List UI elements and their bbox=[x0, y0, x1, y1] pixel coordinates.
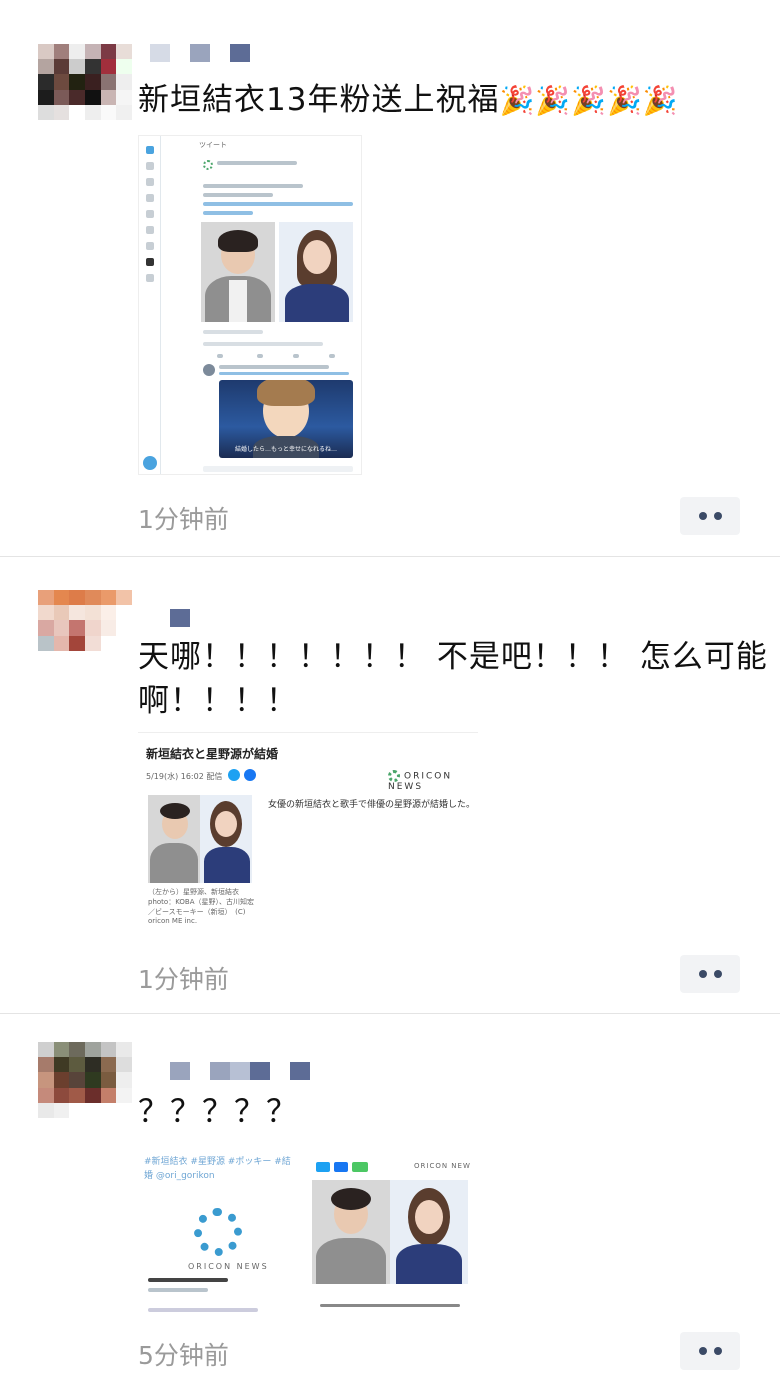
tweet-hashtags-line-2: 婚 @ori_gorikon bbox=[144, 1171, 215, 1181]
photo-caption-3: ／ビースモーキー（新垣） (C) bbox=[148, 908, 246, 916]
party-popper-emoji: 🎉🎉🎉🎉🎉 bbox=[499, 84, 679, 117]
tweet-account-name bbox=[217, 161, 297, 165]
comment-image-oricon-article[interactable]: 新垣結衣と星野源が結婚 5/19(水) 16:02 配信 ORICON NEWS… bbox=[138, 732, 478, 932]
oricon-news-text: ORICON NEWS bbox=[188, 1262, 269, 1271]
photo-hoshino bbox=[312, 1180, 390, 1284]
timestamp: 1分钟前 bbox=[138, 505, 229, 534]
more-options-button[interactable] bbox=[680, 955, 740, 993]
avatar[interactable] bbox=[38, 1042, 132, 1118]
username-mosaic[interactable] bbox=[150, 44, 250, 62]
twitter-share-icon bbox=[228, 769, 240, 781]
comment-text: ？？？？？ bbox=[138, 1094, 298, 1130]
article-photo-aragaki bbox=[200, 795, 252, 883]
article-date: 5/19(水) 16:02 配信 bbox=[146, 772, 223, 781]
oricon-hexagon-logo bbox=[194, 1208, 242, 1256]
comment-post-2: 天哪！！！！！！！ 不是吧！！！ 怎么可能 啊！！！！ 新垣結衣と星野源が結婚 … bbox=[0, 557, 780, 1013]
tweet-photo-hoshino bbox=[201, 222, 275, 322]
comment-post-3: ？？？？？ #新垣結衣 #星野源 #ポッキー #結 婚 @ori_gorikon… bbox=[0, 1014, 780, 1384]
facebook-share-icon bbox=[244, 769, 256, 781]
photo-caption-1: （左から）星野源、新垣結衣 bbox=[148, 888, 239, 896]
reply-avatar bbox=[203, 364, 215, 376]
timestamp: 5分钟前 bbox=[138, 1341, 229, 1370]
avatar[interactable] bbox=[38, 590, 132, 666]
photo-caption-4: oricon ME inc. bbox=[148, 917, 198, 925]
photo-aragaki bbox=[390, 1180, 468, 1284]
facebook-share-icon bbox=[334, 1162, 348, 1172]
anime-still-image: 結婚したら…もっと幸せになれるね… bbox=[219, 380, 353, 458]
oricon-ring-icon bbox=[388, 770, 400, 782]
username-mosaic[interactable] bbox=[170, 1062, 310, 1080]
oricon-news-tag: ORICON NEWS bbox=[414, 1162, 470, 1170]
more-options-button[interactable] bbox=[680, 497, 740, 535]
article-body: 女優の新垣結衣と歌手で俳優の星野源が結婚した。 bbox=[268, 800, 476, 810]
avatar[interactable] bbox=[38, 44, 132, 120]
article-title: 新垣結衣と星野源が結婚 bbox=[146, 747, 279, 761]
oricon-news-logo: ORICON NEWS bbox=[388, 770, 453, 792]
anime-subtitle: 結婚したら…もっと幸せになれるね… bbox=[234, 446, 337, 453]
tweet-hashtags-line-1: #新垣結衣 #星野源 #ポッキー #結 bbox=[144, 1157, 291, 1167]
twitter-share-icon bbox=[316, 1162, 330, 1172]
username-mosaic[interactable] bbox=[150, 609, 190, 627]
comment-text-content: 新垣結衣13年粉送上祝福 bbox=[138, 82, 500, 118]
twitter-sidebar bbox=[139, 136, 161, 474]
comment-image-oricon-photo[interactable]: ORICON NEWS bbox=[310, 1148, 470, 1318]
photo-caption-2: photo：KOBA（星野）、古川知宏 bbox=[148, 898, 254, 906]
comment-text-line-2: 啊！！！！ bbox=[138, 683, 298, 719]
comment-image-twitter[interactable]: ツイート 結婚したら…もっと幸せになれるね… bbox=[138, 135, 362, 475]
comment-post-1: 新垣結衣13年粉送上祝福🎉🎉🎉🎉🎉 ツイート 結婚したら…もっと幸せになれるね…… bbox=[0, 0, 780, 556]
more-options-button[interactable] bbox=[680, 1332, 740, 1370]
oricon-tweet-avatar bbox=[203, 160, 213, 170]
comment-image-oricon-tweet[interactable]: #新垣結衣 #星野源 #ポッキー #結 婚 @ori_gorikon ORICO… bbox=[138, 1144, 298, 1320]
tweet-compose-icon bbox=[143, 456, 157, 470]
comment-text: 新垣結衣13年粉送上祝福🎉🎉🎉🎉🎉 bbox=[138, 78, 679, 123]
tweet-photo-aragaki bbox=[279, 222, 353, 322]
comment-text: 天哪！！！！！！！ 不是吧！！！ 怎么可能 啊！！！！ bbox=[138, 635, 768, 723]
timestamp: 1分钟前 bbox=[138, 965, 229, 994]
tweet-header: ツイート bbox=[199, 141, 227, 149]
article-photo-hoshino bbox=[148, 795, 200, 883]
comment-text-line-1: 天哪！！！！！！！ 不是吧！！！ 怎么可能 bbox=[138, 639, 768, 675]
line-share-icon bbox=[352, 1162, 368, 1172]
